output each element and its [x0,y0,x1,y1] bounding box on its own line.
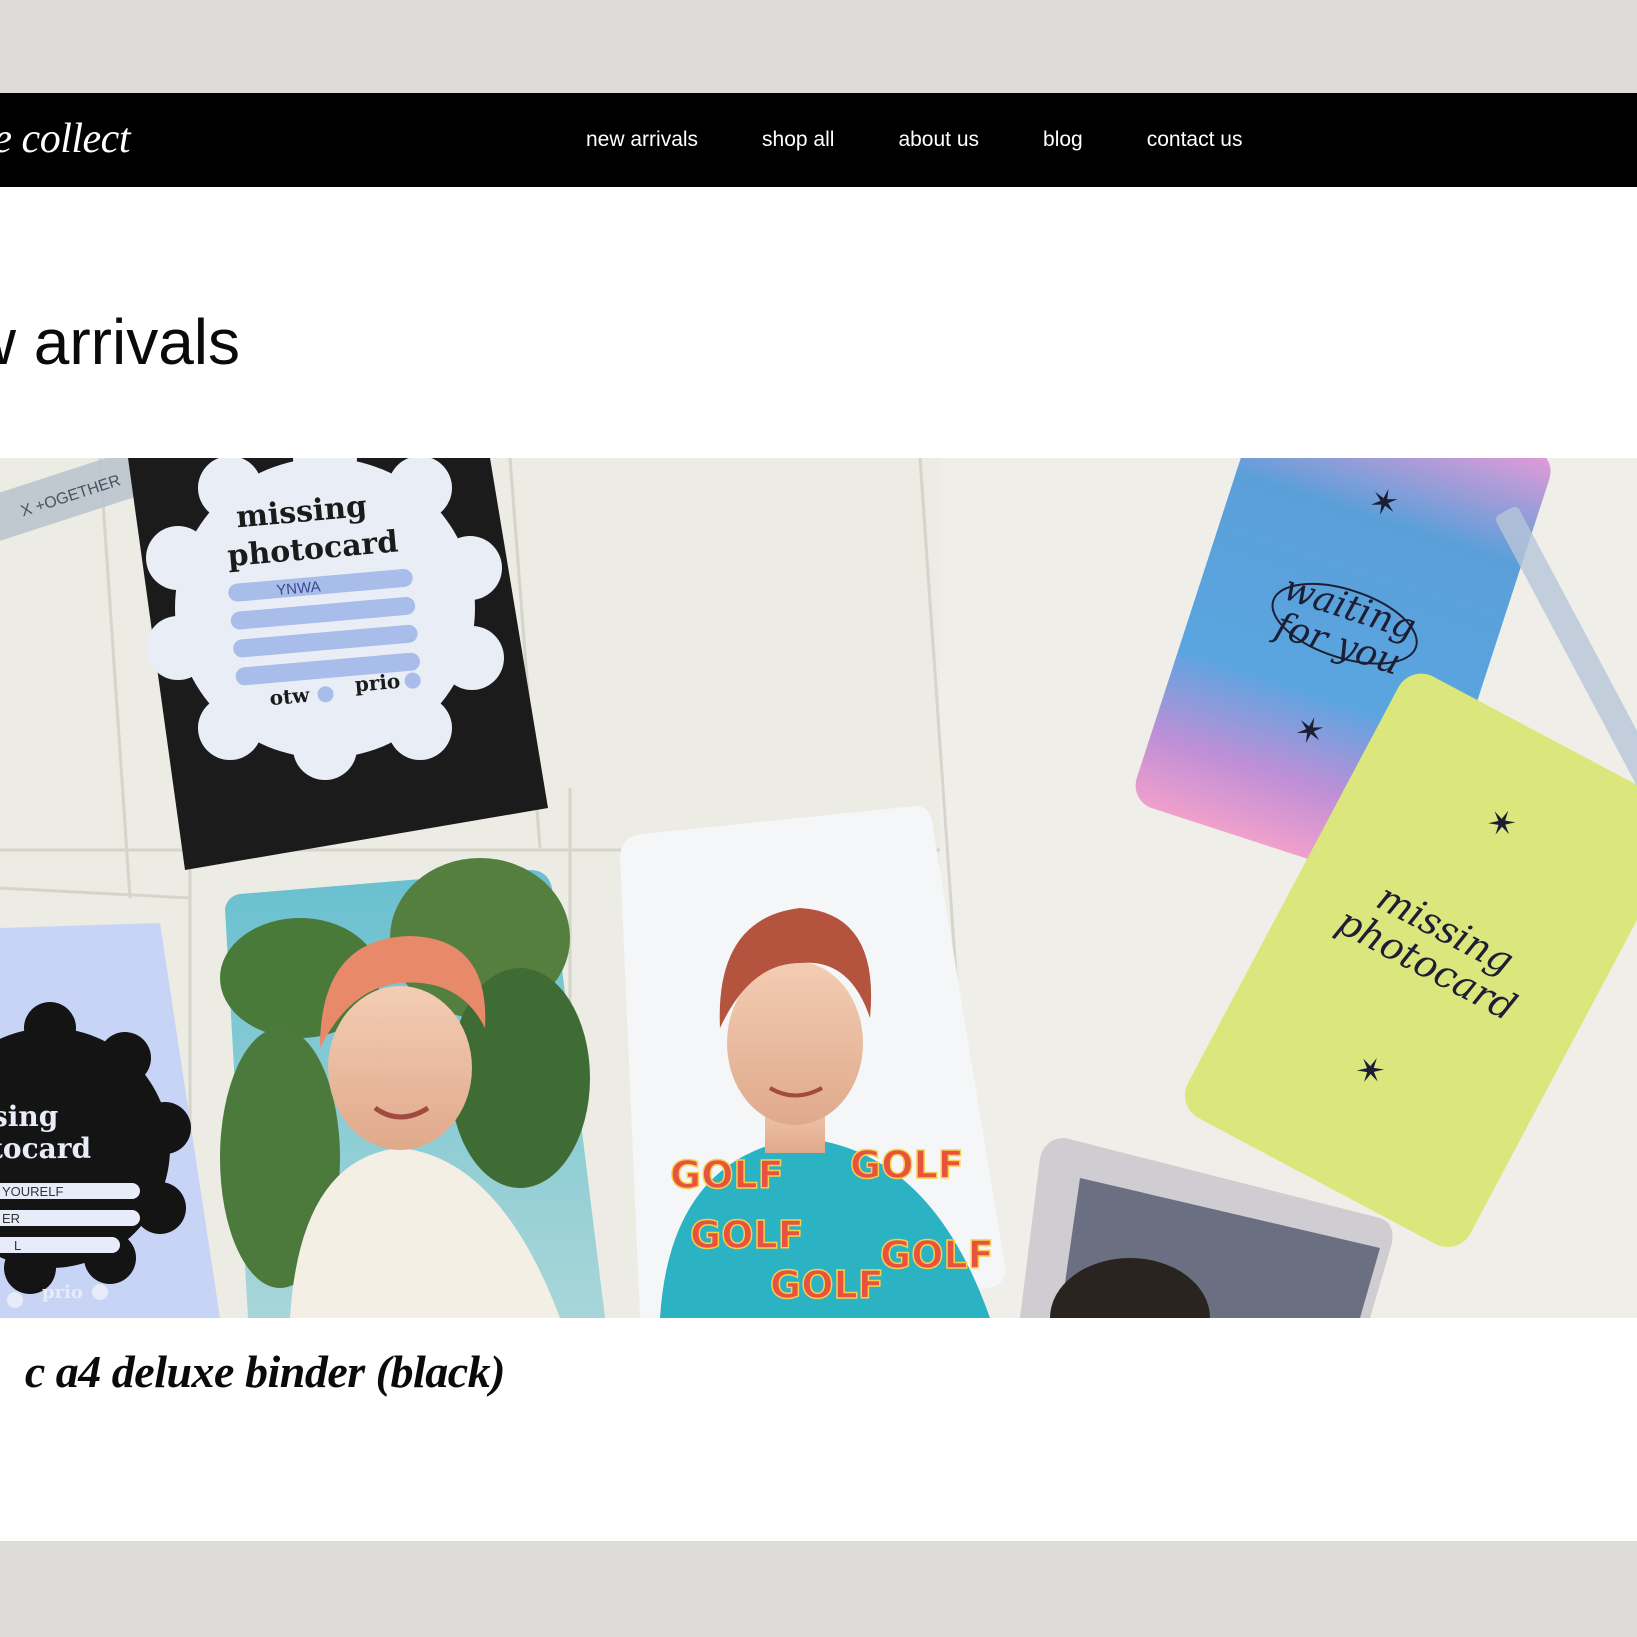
page-title: w arrivals [0,306,240,378]
main-content: w arrivals [0,187,1637,1541]
product-title[interactable]: c a4 deluxe binder (black) [25,1345,506,1398]
svg-text:GOLF: GOLF [850,1143,964,1187]
svg-text:GOLF: GOLF [770,1263,884,1307]
svg-text:otw: otw [269,683,312,710]
nav-shop-all[interactable]: shop all [762,128,834,152]
svg-text:sing: sing [0,1100,58,1133]
product-image[interactable]: X +OGETHER missing photocard YNWA otw pr… [0,458,1637,1318]
nav-new-arrivals[interactable]: new arrivals [586,128,698,152]
top-nav-bar: le collect new arrivals shop all about u… [0,93,1637,187]
svg-text:L: L [14,1238,21,1253]
svg-text:tocard: tocard [0,1132,91,1165]
svg-text:GOLF: GOLF [880,1233,994,1277]
nav-about-us[interactable]: about us [898,128,979,152]
svg-text:prio: prio [354,669,401,697]
svg-text:YOURELF: YOURELF [2,1184,63,1199]
brand-logo[interactable]: le collect [0,115,130,163]
nav-blog[interactable]: blog [1043,128,1083,152]
svg-text:ER: ER [2,1211,20,1226]
nav-contact-us[interactable]: contact us [1147,128,1243,152]
photocard-outdoor [220,858,605,1318]
svg-text:prio: prio [42,1282,83,1303]
svg-text:GOLF: GOLF [670,1153,784,1197]
main-nav: new arrivals shop all about us blog cont… [586,93,1242,187]
svg-text:GOLF: GOLF [690,1213,804,1257]
